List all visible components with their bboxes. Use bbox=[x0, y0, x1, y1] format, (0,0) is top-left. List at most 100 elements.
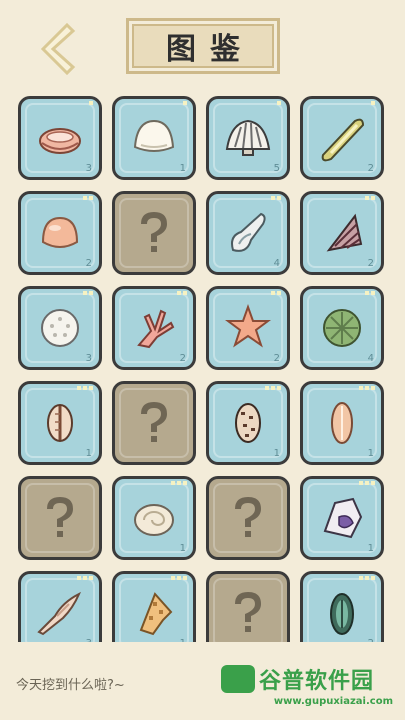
collection-card-locked[interactable] bbox=[18, 476, 102, 560]
shell-spindle-icon bbox=[37, 591, 81, 636]
rarity-stars bbox=[265, 386, 281, 390]
star-icon bbox=[359, 481, 363, 485]
title-plaque: 图鉴 bbox=[126, 18, 280, 74]
watermark-logo: 谷普软件园 bbox=[221, 664, 397, 694]
star-icon bbox=[89, 576, 93, 580]
collection-card[interactable]: 3 bbox=[18, 96, 102, 180]
shell-cone-striped-icon bbox=[326, 213, 363, 252]
star-icon bbox=[83, 386, 87, 390]
shell-peach-icon bbox=[41, 216, 79, 248]
question-mark-icon bbox=[235, 592, 261, 632]
item-count: 3 bbox=[85, 353, 92, 364]
star-icon bbox=[83, 196, 87, 200]
star-icon bbox=[371, 196, 375, 200]
collection-card-locked[interactable] bbox=[112, 191, 196, 275]
status-text: 今天挖到什么啦?~ bbox=[16, 678, 125, 693]
star-icon bbox=[183, 576, 187, 580]
collection-card[interactable]: 2 bbox=[206, 286, 290, 370]
question-mark-icon bbox=[235, 497, 261, 537]
collection-grid: 3152242322411111312 bbox=[18, 96, 392, 655]
shell-murex-purple-icon bbox=[323, 497, 363, 539]
star-icon bbox=[371, 481, 375, 485]
question-mark-icon bbox=[141, 402, 167, 442]
rarity-stars bbox=[77, 576, 93, 580]
star-icon bbox=[277, 386, 281, 390]
collection-card[interactable]: 1 bbox=[112, 96, 196, 180]
item-count: 1 bbox=[179, 163, 186, 174]
star-icon bbox=[89, 386, 93, 390]
star-icon bbox=[365, 291, 369, 295]
star-icon bbox=[83, 291, 87, 295]
item-count: 1 bbox=[179, 543, 186, 554]
star-icon bbox=[77, 576, 81, 580]
collection-card[interactable]: 1 bbox=[300, 476, 384, 560]
collection-card-locked[interactable] bbox=[206, 476, 290, 560]
collection-card[interactable]: 2 bbox=[300, 191, 384, 275]
star-icon bbox=[183, 101, 187, 105]
rarity-stars bbox=[183, 101, 187, 105]
collection-card[interactable]: 2 bbox=[18, 191, 102, 275]
collection-card[interactable]: 5 bbox=[206, 96, 290, 180]
collection-card[interactable]: 1 bbox=[300, 381, 384, 465]
shell-mussel-green-icon bbox=[330, 593, 354, 635]
rarity-stars bbox=[89, 101, 93, 105]
page-title: 图鉴 bbox=[166, 32, 254, 67]
star-icon bbox=[271, 196, 275, 200]
rarity-stars bbox=[83, 291, 93, 295]
star-icon bbox=[277, 101, 281, 105]
back-button[interactable] bbox=[30, 20, 84, 78]
item-count: 2 bbox=[85, 258, 92, 269]
star-icon bbox=[89, 291, 93, 295]
chevron-left-icon bbox=[40, 23, 76, 75]
star-icon bbox=[177, 576, 181, 580]
star-icon bbox=[89, 196, 93, 200]
item-count: 2 bbox=[179, 353, 186, 364]
rarity-stars bbox=[365, 291, 375, 295]
collection-card[interactable]: 1 bbox=[112, 476, 196, 560]
star-icon bbox=[365, 481, 369, 485]
collection-card[interactable]: 4 bbox=[206, 191, 290, 275]
rarity-stars bbox=[271, 196, 281, 200]
question-mark-icon bbox=[141, 212, 167, 252]
star-icon bbox=[183, 291, 187, 295]
shell-moon-snail-icon bbox=[134, 504, 174, 536]
shell-sunray-icon bbox=[39, 128, 81, 154]
shell-olive-icon bbox=[331, 402, 353, 444]
item-count: 4 bbox=[367, 353, 374, 364]
item-count: 1 bbox=[85, 448, 92, 459]
bottom-bar: 今天挖到什么啦?~ 谷普软件园 www.gupuxiazai.com bbox=[0, 642, 405, 720]
star-icon bbox=[271, 291, 275, 295]
item-count: 4 bbox=[273, 258, 280, 269]
collection-card[interactable]: 3 bbox=[18, 286, 102, 370]
shell-whelk-icon bbox=[231, 212, 266, 252]
rarity-stars bbox=[177, 291, 187, 295]
star-icon bbox=[359, 576, 363, 580]
collection-card[interactable]: 1 bbox=[18, 381, 102, 465]
collection-card[interactable]: 2 bbox=[112, 286, 196, 370]
star-icon bbox=[83, 576, 87, 580]
watermark-badge-icon bbox=[221, 665, 255, 693]
rarity-stars bbox=[359, 576, 375, 580]
collection-card[interactable]: 2 bbox=[300, 96, 384, 180]
star-icon bbox=[183, 481, 187, 485]
shell-scallop-ridged-icon bbox=[225, 119, 271, 156]
star-icon bbox=[177, 291, 181, 295]
shell-cowrie-icon bbox=[47, 404, 73, 442]
rarity-stars bbox=[277, 101, 281, 105]
item-count: 1 bbox=[367, 448, 374, 459]
collection-card-locked[interactable] bbox=[112, 381, 196, 465]
star-icon bbox=[359, 386, 363, 390]
rarity-stars bbox=[271, 291, 281, 295]
item-count: 2 bbox=[273, 353, 280, 364]
star-icon bbox=[177, 481, 181, 485]
rarity-stars bbox=[77, 386, 93, 390]
collection-card[interactable]: 4 bbox=[300, 286, 384, 370]
top-bar: 图鉴 bbox=[0, 0, 405, 88]
rarity-stars bbox=[171, 481, 187, 485]
star-icon bbox=[365, 196, 369, 200]
collection-card[interactable]: 1 bbox=[206, 381, 290, 465]
rarity-stars bbox=[359, 481, 375, 485]
star-icon bbox=[365, 576, 369, 580]
shell-cone-spotted-icon bbox=[235, 403, 261, 443]
star-icon bbox=[171, 576, 175, 580]
